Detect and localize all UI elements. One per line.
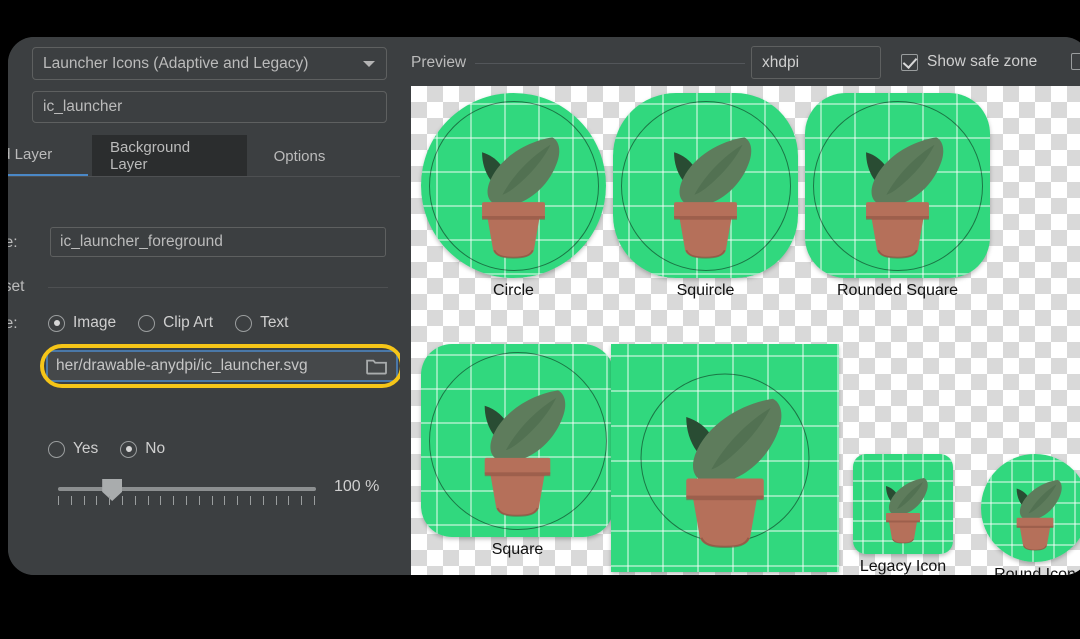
plant-illustration xyxy=(421,93,606,278)
trim-radio-group: Yes No xyxy=(48,440,187,458)
checkbox-icon xyxy=(901,54,918,71)
icon-artwork xyxy=(611,344,839,572)
tab-background-label: Background Layer xyxy=(110,139,229,173)
preview-caption: Round Icon xyxy=(981,566,1080,575)
asset-type-value: Launcher Icons (Adaptive and Legacy) xyxy=(43,55,308,73)
dpi-dropdown[interactable]: xhdpi xyxy=(751,46,881,79)
radio-dot-icon xyxy=(48,315,65,332)
radio-dot-icon xyxy=(138,315,155,332)
preview-item-round-icon: Round Icon xyxy=(981,454,1080,575)
show-safe-zone-checkbox[interactable]: Show safe zone xyxy=(901,53,1037,71)
asset-section-divider xyxy=(48,287,388,288)
show-safe-zone-label: Show safe zone xyxy=(927,53,1037,71)
preview-item-legacy-icon: Legacy Icon xyxy=(853,454,953,575)
icon-artwork xyxy=(421,344,614,537)
preview-item-square: Square xyxy=(421,344,614,563)
plant-illustration xyxy=(611,344,839,572)
radio-trim-yes[interactable]: Yes xyxy=(48,440,98,458)
asset-section-header: sset xyxy=(8,278,24,296)
checkbox-icon xyxy=(1071,53,1080,70)
screen: Launcher Icons (Adaptive and Legacy) ic_… xyxy=(0,0,1080,639)
icon-artwork xyxy=(981,454,1080,562)
icon-artwork xyxy=(853,454,953,554)
layer-name-value: ic_launcher_foreground xyxy=(60,233,223,251)
panel-divider[interactable] xyxy=(400,37,408,575)
slider-ticks xyxy=(58,496,316,505)
icon-artwork xyxy=(421,93,606,278)
preview-header-label: Preview xyxy=(411,54,466,72)
left-config-panel: Launcher Icons (Adaptive and Legacy) ic_… xyxy=(8,37,400,575)
asset-path-value: her/drawable-anydpi/ic_launcher.svg xyxy=(56,357,362,375)
radio-text[interactable]: Text xyxy=(235,314,288,332)
radio-trim-no[interactable]: No xyxy=(120,440,165,458)
icon-artwork xyxy=(613,93,798,278)
tab-foreground-layer[interactable]: nd Layer xyxy=(8,135,88,177)
preview-caption: Square xyxy=(421,541,614,559)
tabs-divider xyxy=(8,176,400,177)
tab-options-label: Options xyxy=(274,148,326,165)
tab-background-layer[interactable]: Background Layer xyxy=(92,135,247,177)
asset-type-dropdown[interactable]: Launcher Icons (Adaptive and Legacy) xyxy=(32,47,387,80)
radio-trim-yes-label: Yes xyxy=(73,440,98,458)
preview-caption: Circle xyxy=(421,282,606,300)
tab-foreground-label: nd Layer xyxy=(8,146,52,163)
radio-dot-icon xyxy=(120,441,137,458)
asset-studio-window: Launcher Icons (Adaptive and Legacy) ic_… xyxy=(8,37,1080,575)
plant-illustration xyxy=(805,93,990,278)
asset-type-radio-group: Image Clip Art Text xyxy=(48,314,311,332)
plant-illustration xyxy=(613,93,798,278)
preview-item-full-bleed-layers: Full Bleed Layers xyxy=(611,344,839,575)
plant-illustration xyxy=(853,454,953,554)
radio-image-label: Image xyxy=(73,314,116,332)
resize-slider[interactable] xyxy=(58,475,316,509)
preview-item-squircle: Squircle xyxy=(613,93,798,304)
radio-image[interactable]: Image xyxy=(48,314,116,332)
layer-tabs: nd Layer Background Layer Options xyxy=(8,135,400,177)
radio-text-label: Text xyxy=(260,314,288,332)
preview-caption: Legacy Icon xyxy=(853,558,953,575)
radio-dot-icon xyxy=(235,315,252,332)
radio-trim-no-label: No xyxy=(145,440,165,458)
asset-path-input[interactable]: her/drawable-anydpi/ic_launcher.svg xyxy=(46,350,398,382)
asset-name-value: ic_launcher xyxy=(43,98,122,116)
preview-canvas: Circle Squircle Rounded Square SquareFull B… xyxy=(411,86,1080,575)
dpi-value: xhdpi xyxy=(762,54,799,72)
show-grid-checkbox[interactable] xyxy=(1071,53,1080,70)
layer-name-input[interactable]: ic_launcher_foreground xyxy=(50,227,386,257)
icon-artwork xyxy=(805,93,990,278)
asset-type-label: pe: xyxy=(8,315,18,333)
plant-illustration xyxy=(981,454,1080,562)
slider-value-label: 100 % xyxy=(334,478,379,496)
preview-caption: Squircle xyxy=(613,282,798,300)
asset-name-input[interactable]: ic_launcher xyxy=(32,91,387,123)
slider-track[interactable] xyxy=(58,487,316,491)
radio-clip-art[interactable]: Clip Art xyxy=(138,314,213,332)
plant-illustration xyxy=(421,344,614,537)
preview-item-rounded-square: Rounded Square xyxy=(805,93,990,304)
preview-header-divider xyxy=(475,63,745,64)
radio-dot-icon xyxy=(48,441,65,458)
radio-clip-art-label: Clip Art xyxy=(163,314,213,332)
preview-item-circle: Circle xyxy=(421,93,606,304)
folder-icon[interactable] xyxy=(366,357,388,375)
preview-caption: Rounded Square xyxy=(805,282,990,300)
tab-options[interactable]: Options xyxy=(247,135,352,177)
layer-name-label: ne: xyxy=(8,234,18,252)
chevron-down-icon xyxy=(363,61,375,67)
preview-panel: Preview xhdpi Show safe zone Circle Squir… xyxy=(408,37,1080,575)
